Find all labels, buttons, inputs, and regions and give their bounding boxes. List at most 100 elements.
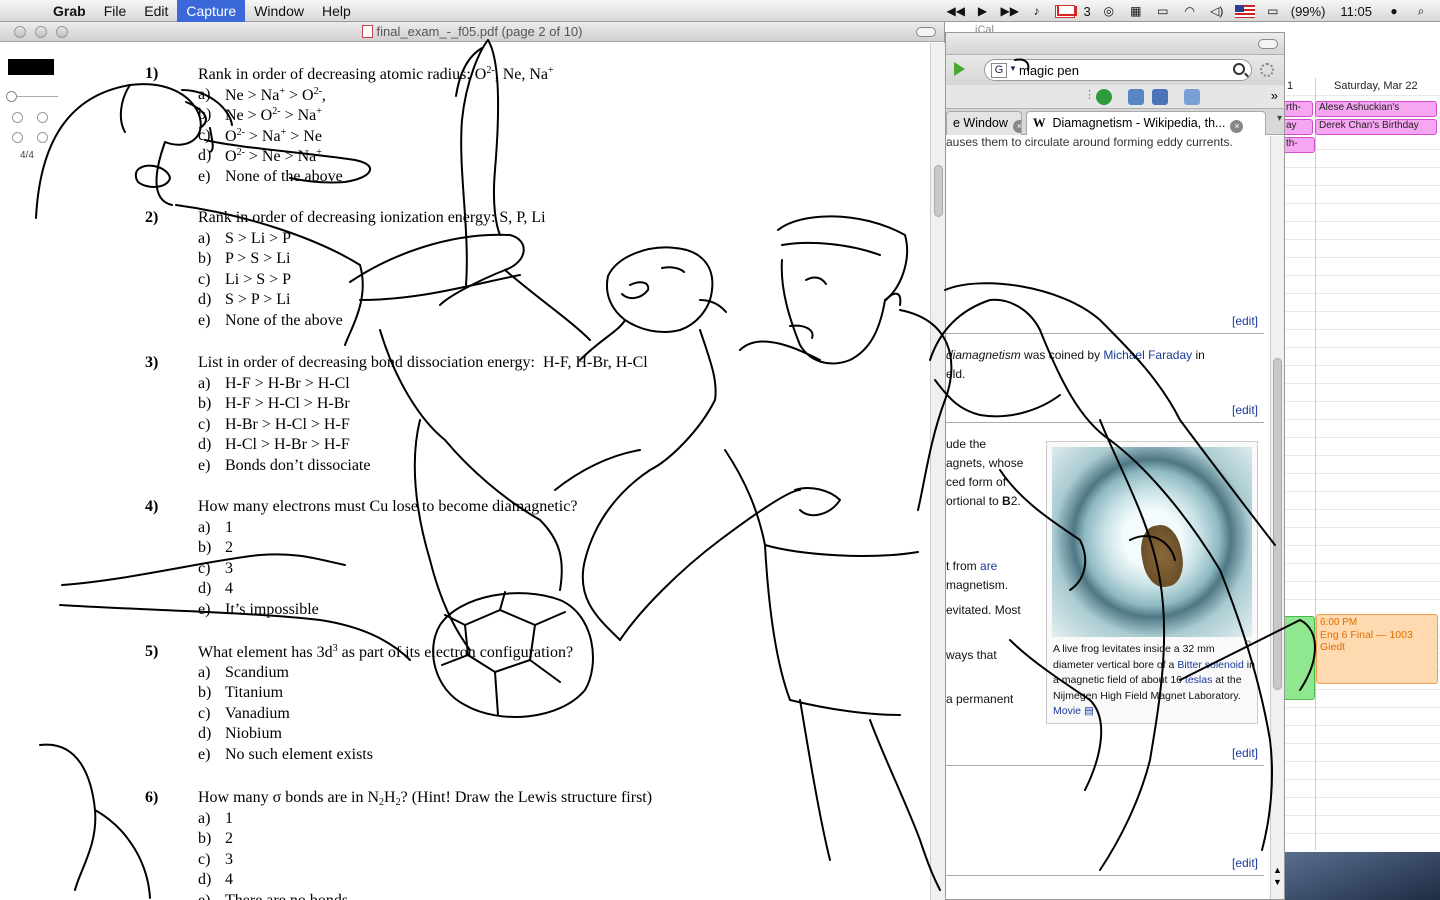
link-teslas[interactable]: teslas	[1185, 674, 1212, 686]
status-menus: ◀◀ ▶ ▶▶ ♪ 3 ◎ ▦ ▭ ◠ ◁) ▭ (99%) 11:05 ● ⌕	[947, 0, 1440, 22]
grid-icon[interactable]: ▦	[1127, 4, 1145, 18]
edit-link[interactable]: [edit]	[1232, 403, 1258, 417]
clock[interactable]: 11:05	[1340, 4, 1372, 19]
ical-event-green[interactable]	[1282, 616, 1315, 700]
image-caption: A live frog levitates inside a 32 mm dia…	[1053, 642, 1255, 720]
scrollbar-thumb[interactable]	[1273, 358, 1282, 690]
search-box[interactable]: G ▼	[984, 59, 1252, 81]
levitating-frog-image[interactable]	[1052, 447, 1252, 637]
option-letter: a)	[198, 663, 211, 681]
option-letter: a)	[198, 85, 211, 103]
movie-icon[interactable]: ▤	[1084, 705, 1094, 717]
chat-icon[interactable]: ▭	[1154, 4, 1172, 18]
thumbs-down-icon[interactable]	[1152, 89, 1168, 105]
scrollbar-thumb[interactable]	[934, 165, 943, 217]
tab-bar: e Window × W Diamagnetism - Wikipedia, th.…	[946, 109, 1284, 135]
ical-event-time: 6:00 PM	[1320, 617, 1358, 628]
toolbar-toggle-button[interactable]	[1258, 39, 1278, 49]
ical-event[interactable]: Derek Chan's Birthday	[1315, 119, 1437, 135]
pdf-scrollbar[interactable]	[930, 43, 945, 900]
option-letter: d)	[198, 580, 212, 598]
menu-window[interactable]: Window	[245, 0, 313, 22]
go-arrow-icon[interactable]	[954, 62, 965, 76]
menu-capture[interactable]: Capture	[177, 0, 246, 22]
music-note-icon[interactable]: ♪	[1028, 4, 1046, 18]
magnifier-icon[interactable]	[1233, 63, 1245, 75]
pdf-titlebar[interactable]: final_exam_-_f05.pdf (page 2 of 10)	[0, 22, 944, 42]
tab-close-icon[interactable]: ×	[1012, 120, 1021, 133]
scroll-down-arrow-icon[interactable]: ▼	[1273, 877, 1282, 887]
menu-edit[interactable]: Edit	[135, 0, 177, 22]
question-text: List in order of decreasing bond dissoci…	[198, 354, 648, 371]
play-icon[interactable]: ▶	[974, 4, 992, 18]
link-rare[interactable]: are	[980, 559, 997, 573]
answer-option: d) Niobium	[198, 725, 373, 746]
glasses-icon[interactable]: ◎	[1100, 4, 1118, 18]
thumbs-up-icon[interactable]	[1128, 89, 1144, 105]
answer-option: c) Vanadium	[198, 705, 373, 726]
tab-close-icon[interactable]: ×	[1230, 120, 1244, 133]
battery-icon[interactable]: ▭	[1264, 4, 1282, 18]
google-logo-icon[interactable]: G	[991, 63, 1007, 78]
close-button[interactable]	[14, 26, 26, 38]
option-letter: b)	[198, 684, 212, 702]
ical-event[interactable]: th-	[1282, 137, 1315, 153]
scroll-up-arrow-icon[interactable]: ▲	[1273, 865, 1282, 875]
toolbar-toggle-button[interactable]	[916, 27, 936, 37]
link-movie[interactable]: Movie	[1053, 705, 1081, 717]
radio-button[interactable]	[37, 112, 48, 123]
tag-icon[interactable]	[1184, 89, 1200, 105]
menu-app-name[interactable]: Grab	[44, 0, 95, 22]
link-bitter-solenoid[interactable]: Bitter solenoid	[1177, 659, 1244, 671]
battery-percent[interactable]: (99%)	[1291, 4, 1326, 19]
gmail-count[interactable]: 3	[1084, 4, 1091, 19]
page-thumbnail[interactable]	[8, 59, 54, 75]
browser-titlebar[interactable]	[946, 33, 1284, 55]
ical-event[interactable]: Alese Ashuckian's	[1315, 101, 1437, 117]
radio-button[interactable]	[37, 132, 48, 143]
us-flag-icon[interactable]	[1234, 4, 1255, 18]
tab-diamagnetism[interactable]: W Diamagnetism - Wikipedia, th... ×	[1026, 111, 1266, 135]
radio-button[interactable]	[12, 112, 23, 123]
browser-scrollbar[interactable]: ▲ ▼	[1270, 136, 1284, 899]
edit-link[interactable]: [edit]	[1232, 856, 1258, 870]
answer-options: a) Ne > Na+ > O2-, b) Ne > O2- > Na+ c) O2- >…	[198, 86, 343, 189]
option-text: 4	[225, 580, 233, 598]
desktop-wallpaper	[1284, 850, 1440, 900]
stumbleupon-icon[interactable]	[1096, 89, 1112, 105]
question-number: 6)	[145, 789, 159, 806]
zoom-button[interactable]	[56, 26, 68, 38]
menu-file[interactable]: File	[95, 0, 136, 22]
search-input[interactable]	[1019, 62, 1219, 78]
minimize-button[interactable]	[35, 26, 47, 38]
ical-column-head: Saturday, Mar 22	[1334, 80, 1418, 92]
ical-event-final[interactable]: 6:00 PM Eng 6 Final — 1003 Giedt	[1316, 614, 1438, 684]
user-icon[interactable]: ●	[1385, 4, 1403, 18]
radio-button[interactable]	[12, 132, 23, 143]
option-text: 2	[225, 830, 233, 848]
question-text: What element has 3d3 as part of its elec…	[198, 643, 574, 661]
rewind-icon[interactable]: ◀◀	[947, 4, 965, 18]
spotlight-icon[interactable]: ⌕	[1412, 4, 1430, 18]
forward-icon[interactable]: ▶▶	[1001, 4, 1019, 18]
tab-window[interactable]: e Window ×	[946, 111, 1022, 135]
section-divider	[946, 422, 1264, 423]
option-text: Titanium	[225, 684, 284, 702]
slider-knob[interactable]	[6, 91, 17, 102]
answer-options: a) S > Li > P b) P > S > Li c) Li > S > P d) S …	[198, 230, 343, 333]
gmail-icon[interactable]	[1054, 4, 1075, 18]
thumbnail-size-slider[interactable]	[10, 96, 58, 97]
option-text: S > P > Li	[225, 291, 291, 309]
wifi-icon[interactable]: ◠	[1181, 4, 1199, 18]
edit-link[interactable]: [edit]	[1232, 314, 1258, 328]
toolbar-overflow-icon[interactable]: »	[1271, 88, 1278, 103]
ical-day-grid[interactable]	[1284, 78, 1440, 850]
search-engine-dropdown-icon[interactable]: ▼	[1009, 64, 1017, 73]
edit-link[interactable]: [edit]	[1232, 746, 1258, 760]
menu-help[interactable]: Help	[313, 0, 360, 22]
tab-list-icon[interactable]: ▾	[1277, 113, 1282, 124]
ical-event[interactable]: rth-	[1282, 101, 1313, 117]
ical-event[interactable]: ay	[1282, 119, 1313, 135]
link-michael-faraday[interactable]: Michael Faraday	[1103, 348, 1192, 362]
volume-icon[interactable]: ◁)	[1208, 4, 1226, 18]
